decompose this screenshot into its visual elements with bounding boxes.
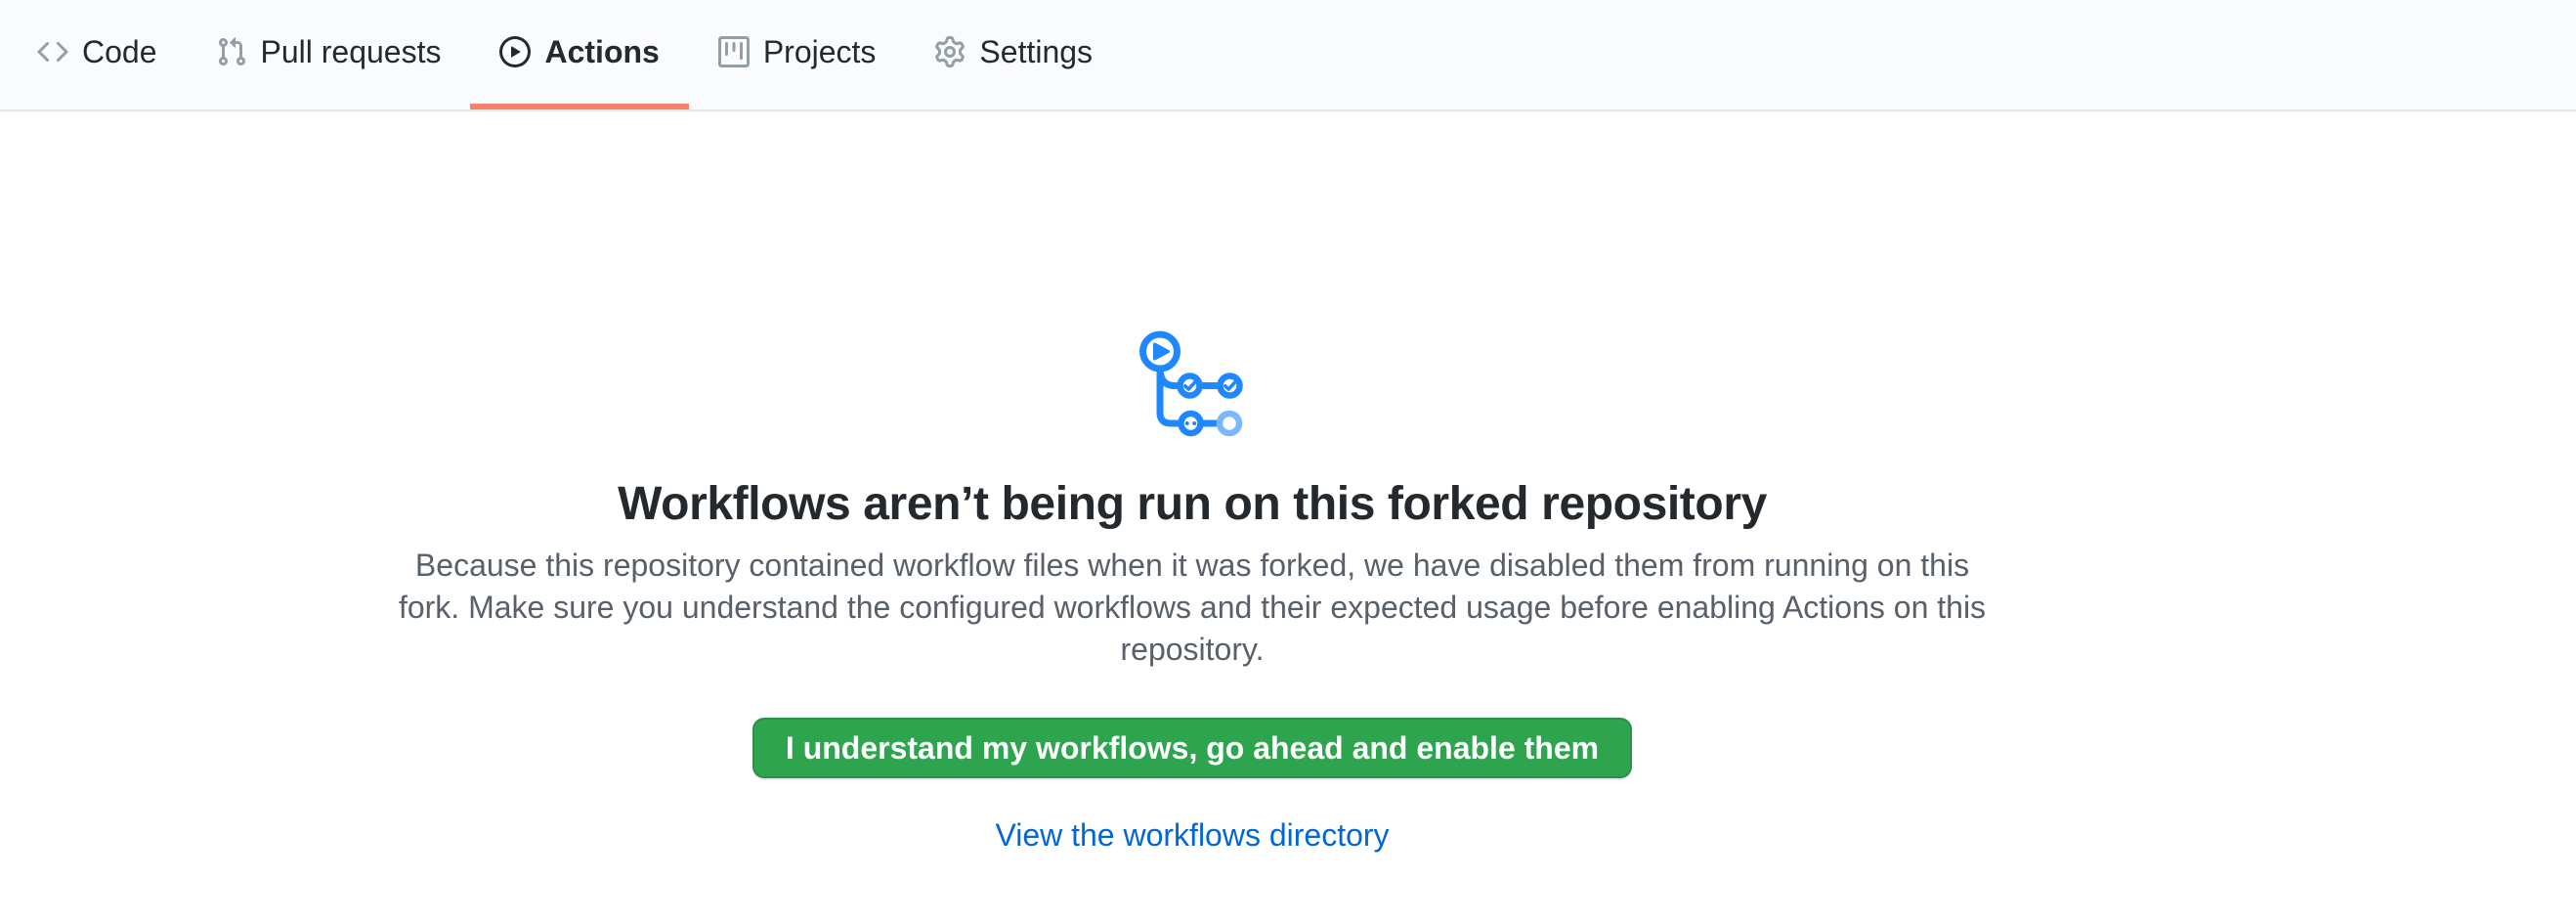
view-workflows-directory-link[interactable]: View the workflows directory bbox=[995, 817, 1389, 854]
enable-workflows-button[interactable]: I understand my workflows, go ahead and … bbox=[752, 718, 1632, 778]
project-icon bbox=[718, 36, 750, 67]
gear-icon bbox=[934, 36, 966, 67]
git-pull-request-icon bbox=[216, 36, 247, 67]
tab-actions[interactable]: Actions bbox=[470, 0, 688, 110]
tab-pull-requests[interactable]: Pull requests bbox=[187, 0, 471, 110]
tab-label: Actions bbox=[544, 36, 659, 67]
tab-label: Projects bbox=[763, 36, 877, 67]
tab-label: Code bbox=[82, 36, 157, 67]
blankslate-description: Because this repository contained workfl… bbox=[391, 545, 1994, 671]
code-icon bbox=[37, 36, 68, 67]
blankslate-title: Workflows aren’t being run on this forke… bbox=[618, 477, 1767, 531]
play-icon bbox=[499, 36, 531, 67]
tab-code[interactable]: Code bbox=[8, 0, 187, 110]
actions-workflow-graph-icon bbox=[1139, 330, 1245, 438]
tab-label: Settings bbox=[979, 36, 1093, 67]
repo-tab-nav: Code Pull requests Actions Projects Sett… bbox=[0, 0, 2576, 111]
tab-label: Pull requests bbox=[261, 36, 442, 67]
tab-projects[interactable]: Projects bbox=[689, 0, 906, 110]
tab-settings[interactable]: Settings bbox=[905, 0, 1122, 110]
actions-blankslate-page: Workflows aren’t being run on this forke… bbox=[0, 111, 2384, 854]
blankslate: Workflows aren’t being run on this forke… bbox=[0, 111, 2384, 854]
